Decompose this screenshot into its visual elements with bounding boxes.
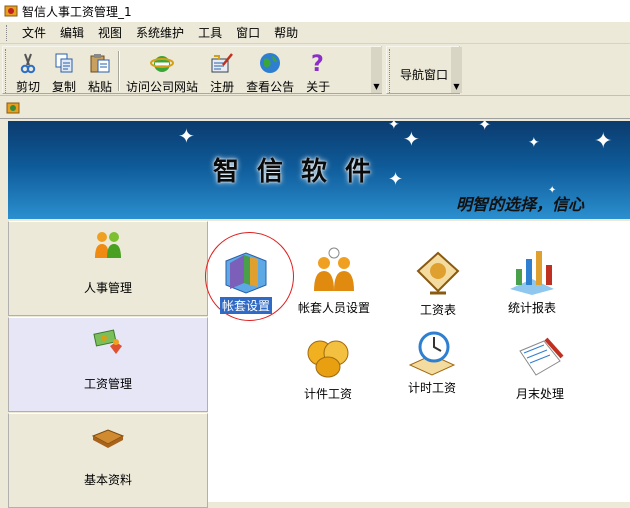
paste-label: 粘贴 bbox=[88, 80, 113, 94]
copy-label: 复制 bbox=[52, 80, 77, 94]
account-set-button[interactable]: 帐套设置 bbox=[220, 243, 273, 314]
toolbar-grip[interactable] bbox=[5, 49, 11, 93]
money-icon bbox=[93, 329, 122, 354]
register-icon bbox=[210, 51, 234, 75]
cut-label: 剪切 bbox=[16, 80, 41, 94]
function-panel: 帐套设置 帐套人员设置 工资表 统计报表 计件工资 计时工资 月末处理 bbox=[205, 221, 630, 502]
child-window-icon[interactable] bbox=[6, 101, 20, 115]
window-title: 智信人事工资管理_1 bbox=[22, 4, 132, 19]
about-label: 关于 bbox=[306, 80, 331, 94]
sidebar-item-basic-data[interactable]: 基本资料 bbox=[8, 413, 208, 508]
menu-window[interactable]: 窗口 bbox=[229, 24, 267, 41]
ie-globe-icon bbox=[150, 51, 175, 75]
menu-help[interactable]: 帮助 bbox=[267, 24, 305, 41]
copy-icon bbox=[52, 51, 76, 75]
brand-banner: ✦ ✦ ✦ ✦ ✦ ✦ ✦ ✦ 智信软件 明智的选择，信心 bbox=[8, 121, 630, 219]
nav-window-button[interactable]: 导航窗口 bbox=[397, 47, 451, 83]
register-button[interactable]: 注册 bbox=[207, 47, 237, 95]
month-end-label: 月末处理 bbox=[515, 387, 564, 401]
menu-tools[interactable]: 工具 bbox=[191, 24, 229, 41]
visit-website-label: 访问公司网站 bbox=[126, 80, 199, 94]
salary-sheet-label: 工资表 bbox=[419, 303, 456, 317]
hourly-salary-button[interactable]: 计时工资 bbox=[406, 325, 458, 396]
account-people-label: 帐套人员设置 bbox=[298, 301, 371, 315]
toolbar-separator bbox=[118, 51, 121, 91]
star-decoration: ✦ bbox=[528, 135, 540, 151]
menu-file[interactable]: 文件 bbox=[15, 24, 53, 41]
menu-view[interactable]: 视图 bbox=[91, 24, 129, 41]
nav-window-label: 导航窗口 bbox=[400, 68, 449, 82]
title-bar: 智信人事工资管理_1 bbox=[0, 0, 630, 22]
visit-website-button[interactable]: 访问公司网站 bbox=[123, 47, 201, 95]
star-decoration: ✦ bbox=[388, 169, 404, 190]
nav-toolbar-overflow-chevron[interactable]: ▼ bbox=[451, 47, 462, 93]
module-sidebar: 人事管理 工资管理 基本资料 bbox=[8, 221, 208, 508]
salary-sheet-icon bbox=[416, 251, 460, 295]
help-icon: ? bbox=[306, 51, 330, 75]
sidebar-item-salary[interactable]: 工资管理 bbox=[8, 317, 208, 412]
sidebar-item-label: 基本资料 bbox=[83, 473, 132, 487]
menu-system-maintenance[interactable]: 系统维护 bbox=[129, 24, 191, 41]
star-decoration: ✦ bbox=[594, 129, 613, 154]
sidebar-item-label: 工资管理 bbox=[83, 377, 132, 391]
account-set-label: 帐套设置 bbox=[220, 297, 273, 314]
view-notice-button[interactable]: 查看公告 bbox=[243, 47, 297, 95]
view-notice-label: 查看公告 bbox=[246, 80, 295, 94]
menu-bar: 文件 编辑 视图 系统维护 工具 窗口 帮助 bbox=[0, 22, 630, 44]
about-button[interactable]: ? 关于 bbox=[303, 47, 333, 95]
account-people-button[interactable]: 帐套人员设置 bbox=[298, 245, 370, 316]
hourly-salary-label: 计时工资 bbox=[407, 381, 456, 395]
people-icon bbox=[95, 232, 121, 258]
sidebar-item-personnel[interactable]: 人事管理 bbox=[8, 221, 208, 316]
notebook-pen-icon bbox=[519, 337, 564, 376]
toolbar-main-group: 剪切 复制 粘贴 访问公司网站 注册 查看公告 ? 关于 bbox=[2, 46, 382, 94]
star-decoration: ✦ bbox=[403, 127, 420, 151]
salary-sheet-button[interactable]: 工资表 bbox=[412, 247, 464, 318]
nav-toolbar-grip[interactable] bbox=[389, 49, 395, 93]
menu-edit[interactable]: 编辑 bbox=[53, 24, 91, 41]
account-people-icon bbox=[314, 247, 354, 291]
toolbar-nav-group: 导航窗口 bbox=[386, 46, 460, 94]
toolbar: 剪切 复制 粘贴 访问公司网站 注册 查看公告 ? 关于 ▼ 导航窗口 ▼ bbox=[0, 44, 630, 96]
brand-slogan: 明智的选择，信心 bbox=[456, 195, 585, 214]
globe-icon bbox=[258, 51, 282, 75]
scissors-icon bbox=[16, 51, 40, 75]
star-decoration: ✦ bbox=[178, 124, 195, 148]
book-icon bbox=[91, 429, 125, 448]
menu-grip[interactable] bbox=[6, 24, 9, 41]
statistics-report-label: 统计报表 bbox=[507, 301, 556, 315]
paste-button[interactable]: 粘贴 bbox=[85, 47, 115, 95]
app-icon bbox=[4, 5, 18, 17]
copy-button[interactable]: 复制 bbox=[49, 47, 79, 95]
svg-text:?: ? bbox=[311, 52, 324, 75]
paste-icon bbox=[88, 51, 112, 75]
register-label: 注册 bbox=[210, 80, 235, 94]
chart-report-icon bbox=[510, 251, 554, 295]
brand-title: 智信软件 bbox=[213, 157, 390, 187]
clock-icon bbox=[408, 331, 456, 376]
toolbar-overflow-chevron[interactable]: ▼ bbox=[371, 47, 382, 93]
sidebar-item-label: 人事管理 bbox=[83, 281, 132, 295]
account-set-icon bbox=[225, 252, 267, 294]
statistics-report-button[interactable]: 统计报表 bbox=[506, 245, 558, 316]
month-end-button[interactable]: 月末处理 bbox=[514, 331, 566, 402]
cut-button[interactable]: 剪切 bbox=[13, 47, 43, 95]
piecework-salary-label: 计件工资 bbox=[303, 387, 352, 401]
star-decoration: ✦ bbox=[478, 121, 492, 134]
piecework-salary-button[interactable]: 计件工资 bbox=[302, 331, 354, 402]
coins-icon bbox=[307, 340, 349, 378]
star-decoration: ✦ bbox=[388, 121, 400, 133]
child-window-bar bbox=[0, 97, 630, 119]
